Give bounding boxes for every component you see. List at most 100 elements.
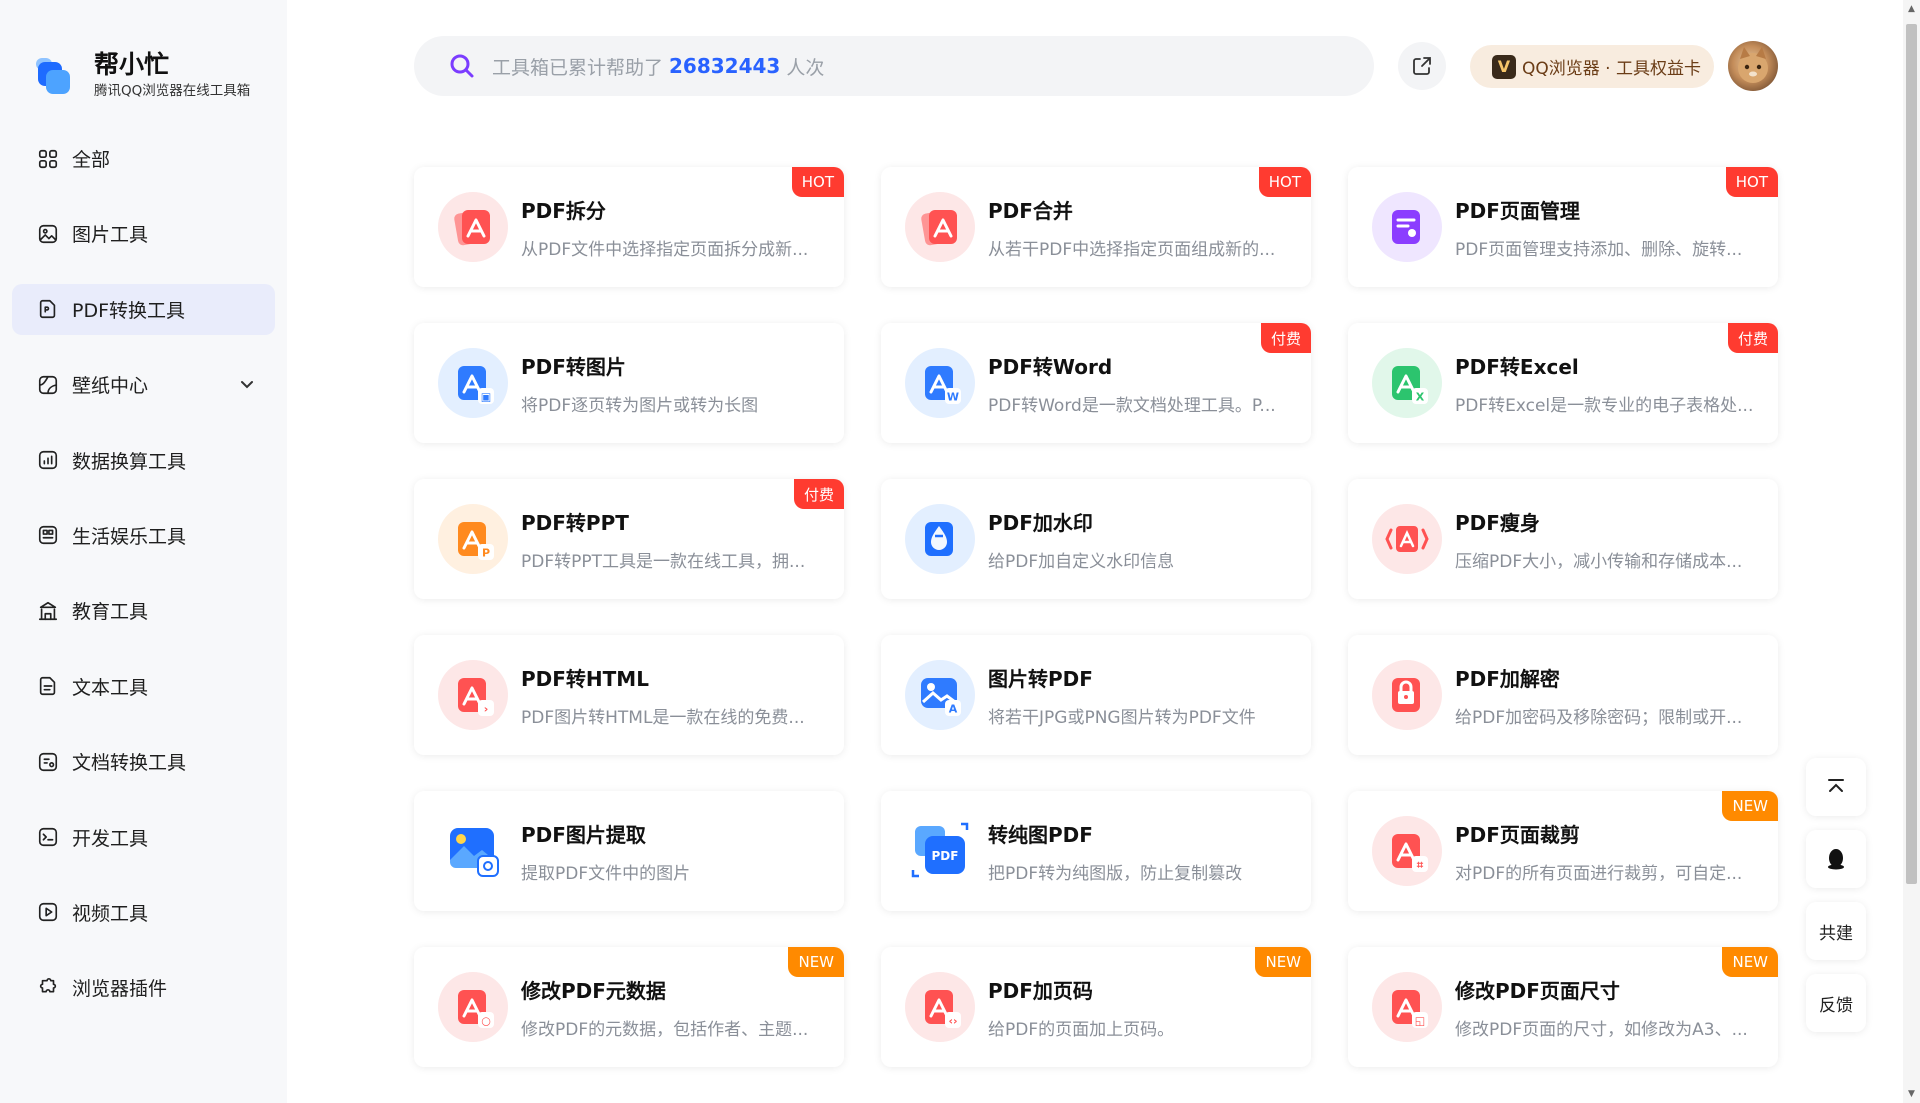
tool-description: 给PDF加自定义水印信息 <box>988 552 1175 572</box>
cobuild-label: 共建 <box>1819 923 1853 944</box>
tool-card-pdf-to-image[interactable]: ▣ PDF转图片 将PDF逐页转为图片或转为长图 <box>414 323 844 443</box>
vip-card-button[interactable]: V QQ浏览器 · 工具权益卡 <box>1470 45 1714 88</box>
brand[interactable]: 帮小忙 腾讯QQ浏览器在线工具箱 <box>36 50 250 100</box>
svg-text:⌗: ⌗ <box>1416 859 1424 872</box>
share-button[interactable] <box>1398 42 1446 90</box>
feedback-button[interactable]: 反馈 <box>1806 974 1866 1032</box>
sidebar-item-wallpaper[interactable]: 壁纸中心 <box>12 359 275 410</box>
tool-title: PDF合并 <box>988 199 1073 223</box>
share-icon <box>1413 57 1431 75</box>
new-badge: NEW <box>788 947 844 977</box>
tool-title: PDF图片提取 <box>521 823 646 847</box>
pdf-page-number-icon: ‹› <box>905 972 975 1042</box>
tool-card-pdf-crop[interactable]: ⌗ PDF页面裁剪 对PDF的所有页面进行裁剪，可自定... NEW <box>1348 791 1778 911</box>
sidebar-item-terminal[interactable]: 开发工具 <box>12 812 275 863</box>
wallpaper-icon <box>36 373 60 397</box>
avatar[interactable] <box>1728 41 1778 91</box>
tool-card-image-to-pdf[interactable]: A 图片转PDF 将若干JPG或PNG图片转为PDF文件 <box>881 635 1311 755</box>
scrollbar-thumb[interactable] <box>1906 24 1917 884</box>
tool-description: 给PDF加密码及移除密码；限制或开... <box>1455 708 1743 728</box>
sidebar-item-text[interactable]: 文本工具 <box>12 661 275 712</box>
sidebar-item-document[interactable]: 文档转换工具 <box>12 736 275 787</box>
tool-description: PDF转Excel是一款专业的电子表格处... <box>1455 396 1754 416</box>
svg-text:‹›: ‹› <box>948 1015 957 1028</box>
sidebar-item-label: 文本工具 <box>72 676 149 699</box>
paid-badge: 付费 <box>1260 323 1311 353</box>
sidebar-item-gamepad[interactable]: 生活娱乐工具 <box>12 510 275 561</box>
tool-title: PDF页面裁剪 <box>1455 823 1580 847</box>
sidebar-item-label: 图片工具 <box>72 224 149 247</box>
video-icon <box>36 900 60 924</box>
pdf-to-excel-icon: X <box>1372 348 1442 418</box>
tool-card-pdf-to-ppt[interactable]: P PDF转PPT PDF转PPT工具是一款在线工具，拥... 付费 <box>414 479 844 599</box>
tool-card-pdf-page-number[interactable]: ‹› PDF加页码 给PDF的页面加上页码。 NEW <box>881 947 1311 1067</box>
scroll-down-arrow-icon[interactable]: ▼ <box>1905 1089 1918 1099</box>
tool-card-pdf-split[interactable]: PDF拆分 从PDF文件中选择指定页面拆分成新... HOT <box>414 167 844 287</box>
new-badge: NEW <box>1255 947 1311 977</box>
pdf-page-manage-icon <box>1372 192 1442 262</box>
tool-title: PDF拆分 <box>521 199 606 223</box>
sidebar-item-label: 文档转换工具 <box>72 752 187 775</box>
tool-title: PDF转Excel <box>1455 355 1579 379</box>
tool-description: 提取PDF文件中的图片 <box>521 864 691 884</box>
tool-title: PDF加解密 <box>1455 667 1560 691</box>
tool-title: PDF加水印 <box>988 511 1093 535</box>
tool-description: 将若干JPG或PNG图片转为PDF文件 <box>988 708 1256 728</box>
tool-card-pdf-to-word[interactable]: W PDF转Word PDF转Word是一款文档处理工具。P... 付费 <box>881 323 1311 443</box>
sidebar-item-label: 开发工具 <box>72 827 149 850</box>
sidebar-item-label: 浏览器插件 <box>72 978 168 1001</box>
puzzle-icon <box>36 976 60 1000</box>
tool-title: PDF转PPT <box>521 511 629 535</box>
svg-text:›: › <box>484 703 489 716</box>
tool-card-pure-image-pdf[interactable]: PDF 转纯图PDF 把PDF转为纯图版，防止复制篡改 <box>881 791 1311 911</box>
sidebar-item-school[interactable]: 教育工具 <box>12 585 275 636</box>
tool-card-pdf-metadata[interactable]: ○ 修改PDF元数据 修改PDF的元数据，包括作者、主题... NEW <box>414 947 844 1067</box>
chart-icon <box>36 448 60 472</box>
pdf-to-html-icon: › <box>438 660 508 730</box>
brand-logo-icon <box>36 56 72 94</box>
tool-description: 修改PDF的元数据，包括作者、主题... <box>521 1020 809 1040</box>
search-prefix: 工具箱已累计帮助了 <box>492 56 664 79</box>
tool-description: PDF转PPT工具是一款在线工具，拥... <box>521 552 806 572</box>
tool-card-pdf-image-extract[interactable]: PDF图片提取提取PDF文件中的图片 <box>414 791 844 911</box>
paid-badge: 付费 <box>1727 323 1778 353</box>
scroll-up-arrow-icon[interactable]: ▲ <box>1905 4 1918 14</box>
tool-description: 把PDF转为纯图版，防止复制篡改 <box>988 864 1243 884</box>
school-icon <box>36 599 60 623</box>
search-bar[interactable]: 工具箱已累计帮助了 26832443 人次 <box>414 36 1374 96</box>
tool-card-pdf-watermark[interactable]: PDF加水印给PDF加自定义水印信息 <box>881 479 1311 599</box>
brand-name: 帮小忙 <box>94 50 170 79</box>
tool-description: 压缩PDF大小，减小传输和存储成本... <box>1455 552 1743 572</box>
pdf-icon <box>36 297 60 321</box>
sidebar-item-video[interactable]: 视频工具 <box>12 887 275 938</box>
tool-title: PDF页面管理 <box>1455 199 1580 223</box>
sidebar-item-label: PDF转换工具 <box>72 299 186 322</box>
tool-description: 从PDF文件中选择指定页面拆分成新... <box>521 240 809 260</box>
feedback-label: 反馈 <box>1819 995 1853 1016</box>
pdf-image-extract-icon <box>438 816 508 886</box>
tool-card-pdf-to-excel[interactable]: X PDF转Excel PDF转Excel是一款专业的电子表格处... 付费 <box>1348 323 1778 443</box>
tool-card-pdf-merge[interactable]: PDF合并 从若干PDF中选择指定页面组成新的... HOT <box>881 167 1311 287</box>
svg-text:X: X <box>1416 391 1425 404</box>
sidebar-item-image[interactable]: 图片工具 <box>12 208 275 259</box>
image-to-pdf-icon: A <box>905 660 975 730</box>
back-to-top-button[interactable] <box>1806 758 1866 816</box>
tool-title: 图片转PDF <box>988 667 1093 691</box>
sidebar-item-chart[interactable]: 数据换算工具 <box>12 435 275 486</box>
tool-card-pdf-lock[interactable]: PDF加解密给PDF加密码及移除密码；限制或开... <box>1348 635 1778 755</box>
sidebar-item-pdf[interactable]: PDF转换工具 <box>12 283 275 335</box>
pdf-split-icon <box>438 192 508 262</box>
sidebar-item-puzzle[interactable]: 浏览器插件 <box>12 962 275 1013</box>
chevron-down-icon[interactable] <box>237 374 257 394</box>
tool-card-pdf-page-size[interactable]: ◱ 修改PDF页面尺寸 修改PDF页面的尺寸，如修改为A3、... NEW <box>1348 947 1778 1067</box>
tool-card-pdf-to-html[interactable]: › PDF转HTML PDF图片转HTML是一款在线的免费... <box>414 635 844 755</box>
cobuild-button[interactable]: 共建 <box>1806 902 1866 960</box>
tool-description: 给PDF的页面加上页码。 <box>988 1020 1175 1040</box>
tool-card-pdf-page-manage[interactable]: PDF页面管理 PDF页面管理支持添加、删除、旋转... HOT <box>1348 167 1778 287</box>
tool-card-pdf-compress[interactable]: PDF瘦身 压缩PDF大小，减小传输和存储成本... <box>1348 479 1778 599</box>
sidebar-item-grid[interactable]: 全部 <box>12 133 275 184</box>
qq-button[interactable] <box>1806 830 1866 888</box>
sidebar-item-label: 教育工具 <box>72 601 149 624</box>
grid-icon <box>36 147 60 171</box>
sidebar-item-label: 全部 <box>72 149 111 171</box>
